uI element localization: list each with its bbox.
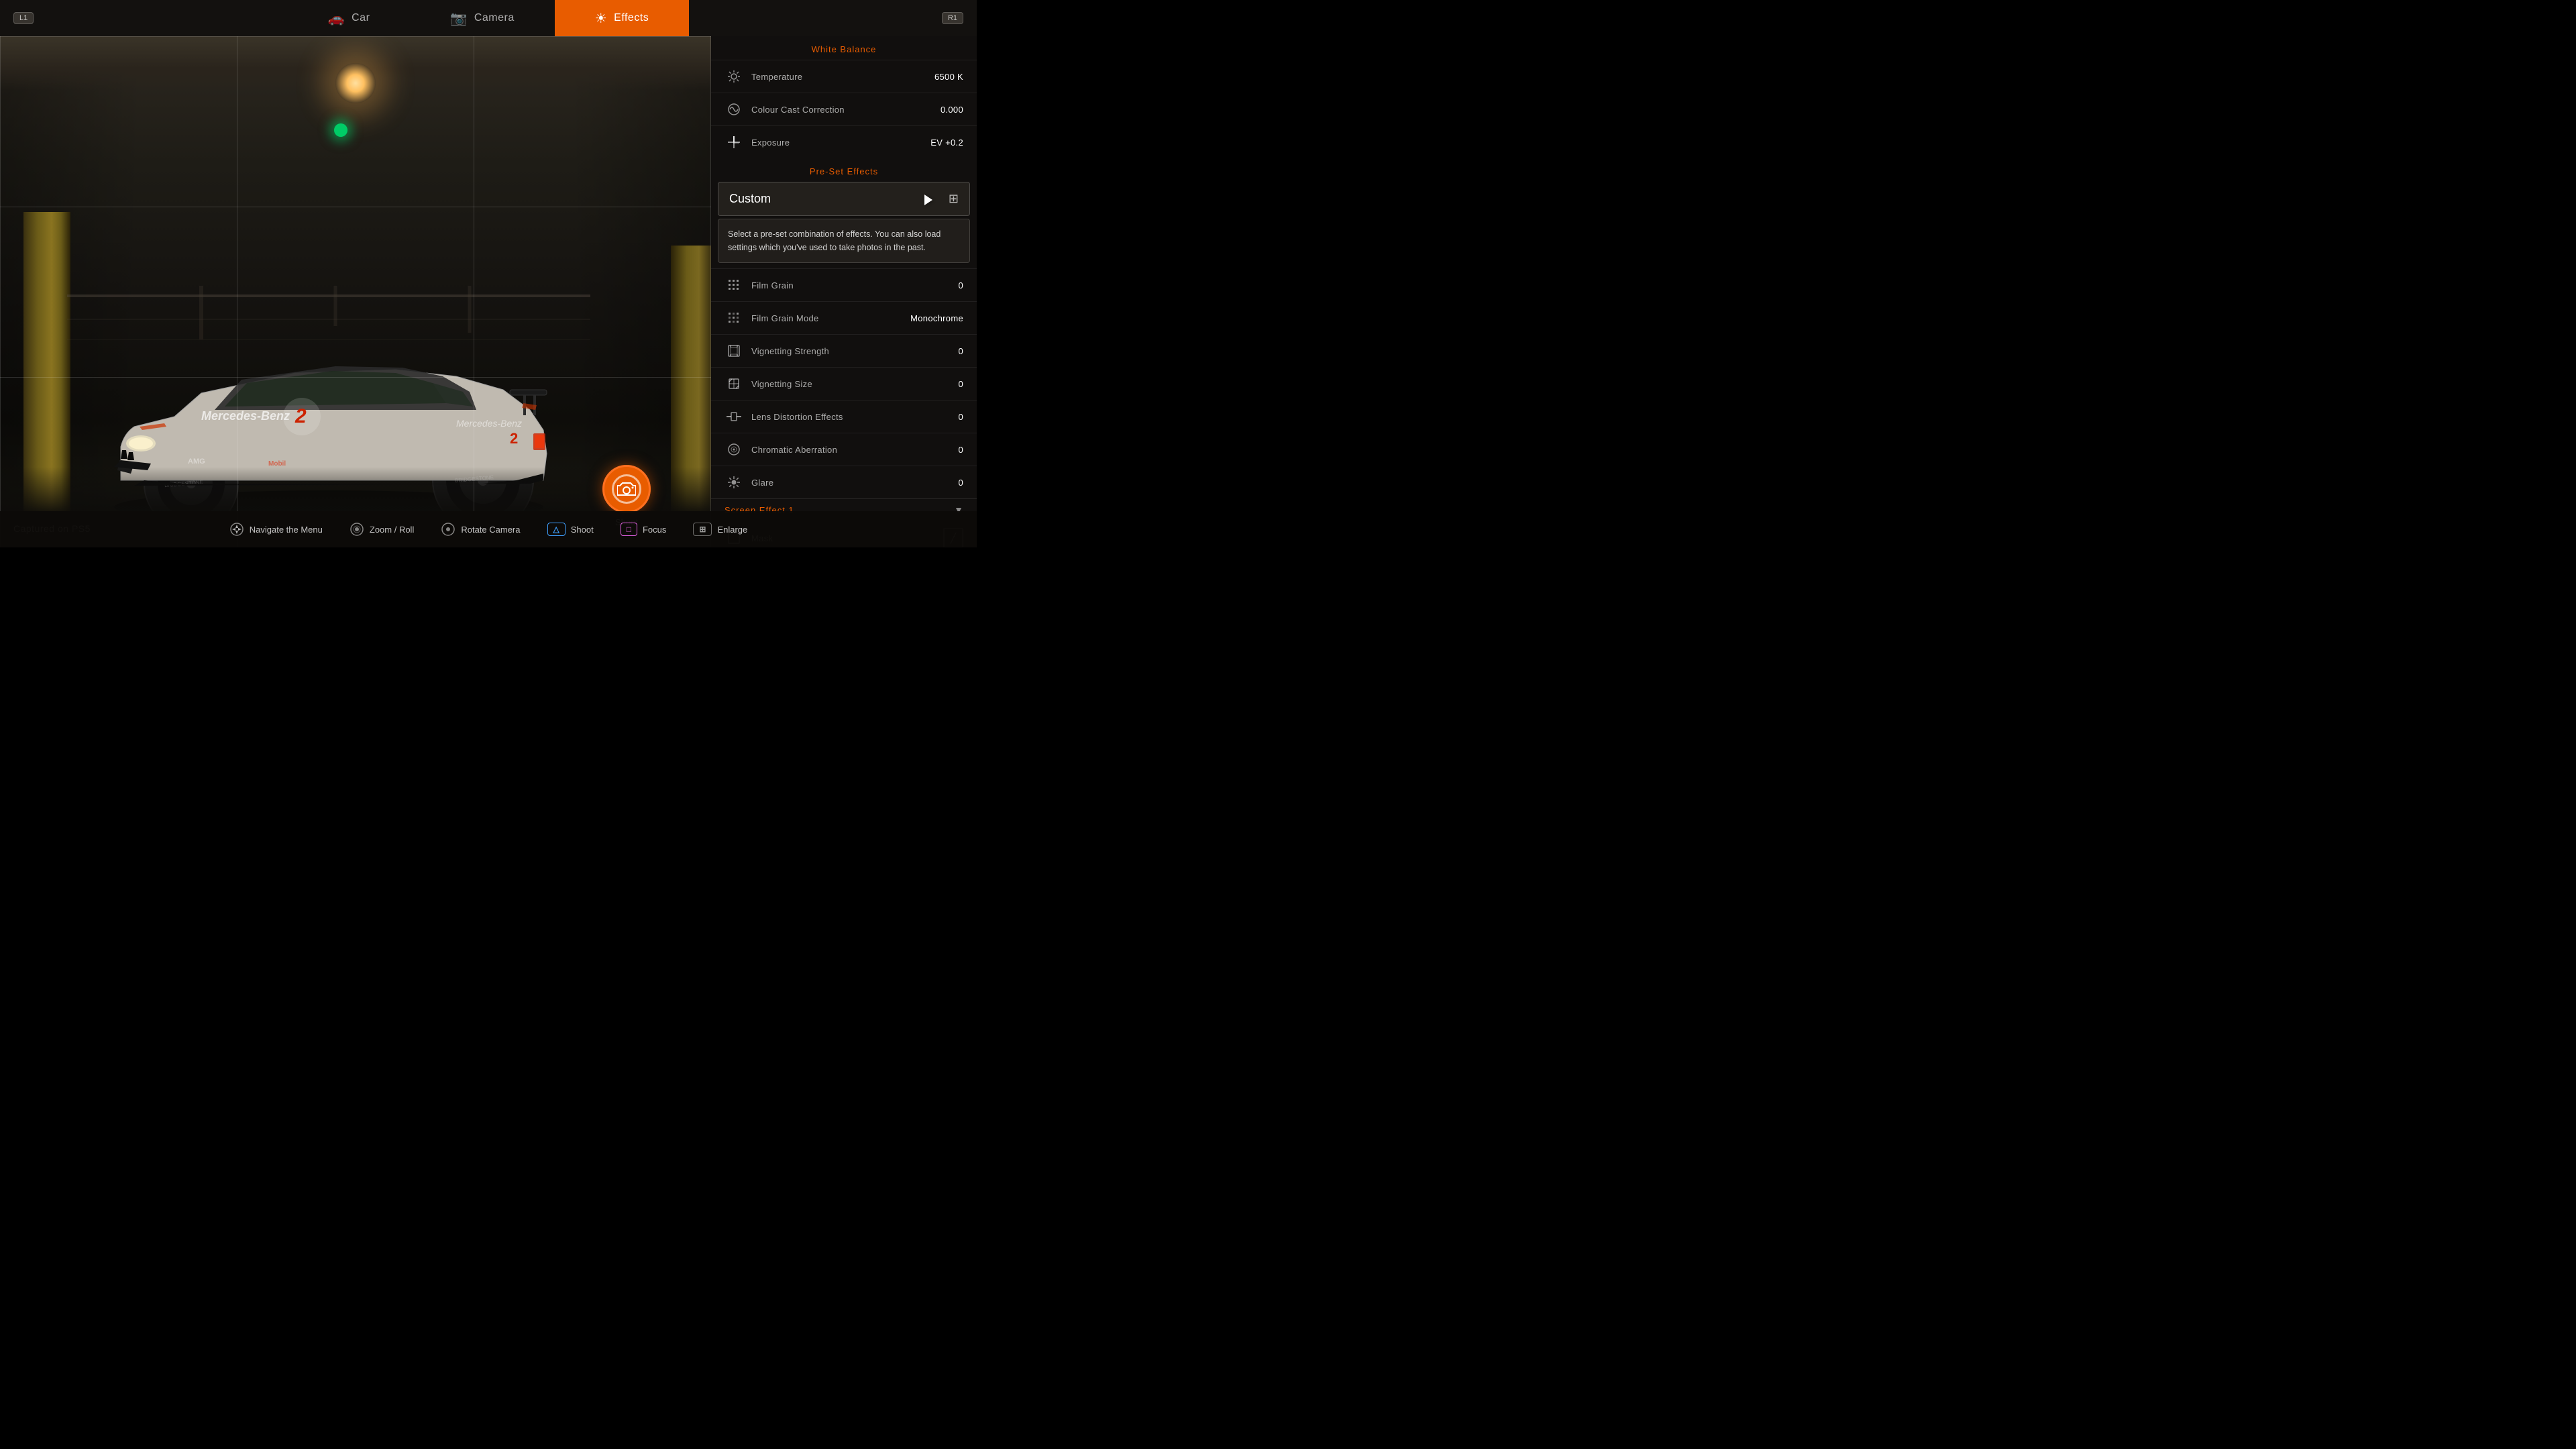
white-balance-header: White Balance (711, 36, 977, 60)
lens-distortion-value: 0 (958, 412, 963, 422)
film-grain-mode-label: Film Grain Mode (751, 313, 910, 323)
shoot-circle-button[interactable] (602, 465, 651, 513)
vignetting-size-icon (724, 374, 743, 393)
focus-control: □ Focus (621, 523, 667, 536)
vignetting-size-label: Vignetting Size (751, 379, 958, 389)
colour-cast-label: Colour Cast Correction (751, 105, 941, 115)
bottom-bar: Navigate the Menu Zoom / Roll Rotate Cam… (0, 511, 977, 547)
chromatic-aberration-label: Chromatic Aberration (751, 445, 958, 455)
glare-label: Glare (751, 478, 958, 488)
temperature-icon (724, 67, 743, 86)
zoom-roll-label: Zoom / Roll (370, 525, 414, 535)
colour-cast-value: 0.000 (941, 105, 963, 115)
rotate-camera-control: Rotate Camera (441, 522, 520, 537)
chromatic-aberration-row[interactable]: Chromatic Aberration 0 (711, 433, 977, 466)
camera-viewport: Mercedes-Benz Mercedes-Benz 2 2 AMG BRID… (0, 36, 711, 547)
chromatic-aberration-value: 0 (958, 445, 963, 455)
l1-badge[interactable]: L1 (13, 12, 34, 24)
r1-badge[interactable]: R1 (942, 12, 963, 24)
effects-icon: ☀ (595, 10, 607, 27)
lens-distortion-label: Lens Distortion Effects (751, 412, 958, 422)
tab-effects[interactable]: ☀ Effects (555, 0, 690, 36)
camera-tab-icon: 📷 (450, 10, 467, 27)
shoot-circle-inner (612, 474, 641, 504)
top-navigation: L1 🚗 Car 📷 Camera ☀ Effects R1 (0, 0, 977, 36)
film-grain-icon (724, 276, 743, 294)
film-grain-mode-icon (724, 309, 743, 327)
preset-effects-header: Pre-Set Effects (711, 158, 977, 182)
focus-label: Focus (643, 525, 666, 535)
tooltip-text: Select a pre-set combination of effects.… (728, 229, 941, 252)
exposure-label: Exposure (751, 138, 930, 148)
tab-camera[interactable]: 📷 Camera (410, 0, 554, 36)
vignetting-size-row[interactable]: Vignetting Size 0 (711, 367, 977, 400)
temperature-row[interactable]: Temperature 6500 K (711, 60, 977, 93)
exposure-value: EV +0.2 (930, 138, 963, 148)
film-grain-value: 0 (958, 280, 963, 290)
temperature-label: Temperature (751, 72, 934, 82)
zoom-roll-control: Zoom / Roll (350, 522, 414, 537)
tab-effects-label: Effects (614, 12, 649, 24)
colour-cast-icon (724, 100, 743, 119)
preset-dropdown[interactable]: Custom ⊞ (718, 182, 970, 216)
car-scene: Mercedes-Benz Mercedes-Benz 2 2 AMG BRID… (0, 36, 711, 547)
exposure-icon (724, 133, 743, 152)
rotate-camera-label: Rotate Camera (461, 525, 520, 535)
grid-icon: ⊞ (949, 192, 959, 206)
vignetting-strength-label: Vignetting Strength (751, 346, 958, 356)
film-grain-mode-row[interactable]: Film Grain Mode Monochrome (711, 301, 977, 334)
glare-value: 0 (958, 478, 963, 488)
enlarge-control: ⊞ Enlarge (693, 523, 747, 536)
film-grain-mode-value: Monochrome (910, 313, 963, 323)
cursor-arrow (924, 195, 932, 205)
tab-car[interactable]: 🚗 Car (288, 0, 411, 36)
zoom-icon (350, 522, 364, 537)
film-grain-row[interactable]: Film Grain 0 (711, 268, 977, 301)
right-panel: White Balance Temperature 6500 K (711, 36, 977, 547)
tooltip-box: Select a pre-set combination of effects.… (718, 219, 970, 263)
vignetting-size-value: 0 (958, 379, 963, 389)
enlarge-label: Enlarge (717, 525, 747, 535)
rotate-icon (441, 522, 455, 537)
lens-distortion-row[interactable]: Lens Distortion Effects 0 (711, 400, 977, 433)
vignetting-strength-icon (724, 341, 743, 360)
film-grain-label: Film Grain (751, 280, 958, 290)
preset-selected-label: Custom (729, 192, 949, 206)
vignetting-strength-value: 0 (958, 346, 963, 356)
shoot-badge: △ (547, 523, 566, 536)
car-icon: 🚗 (328, 10, 345, 27)
navigate-menu-control: Navigate the Menu (229, 522, 323, 537)
lens-distortion-icon (724, 407, 743, 426)
chromatic-aberration-icon (724, 440, 743, 459)
tab-car-label: Car (352, 12, 370, 24)
focus-badge: □ (621, 523, 637, 536)
temperature-value: 6500 K (934, 72, 963, 82)
exposure-row[interactable]: Exposure EV +0.2 (711, 125, 977, 158)
navigate-menu-label: Navigate the Menu (250, 525, 323, 535)
tab-camera-label: Camera (474, 12, 515, 24)
camera-shoot-icon (617, 482, 636, 496)
shoot-control: △ Shoot (547, 523, 594, 536)
navigate-icon (229, 522, 244, 537)
glare-row[interactable]: Glare 0 (711, 466, 977, 498)
glare-icon (724, 473, 743, 492)
enlarge-badge: ⊞ (693, 523, 712, 536)
colour-cast-row[interactable]: Colour Cast Correction 0.000 (711, 93, 977, 125)
shoot-control-label: Shoot (571, 525, 594, 535)
vignetting-strength-row[interactable]: Vignetting Strength 0 (711, 334, 977, 367)
